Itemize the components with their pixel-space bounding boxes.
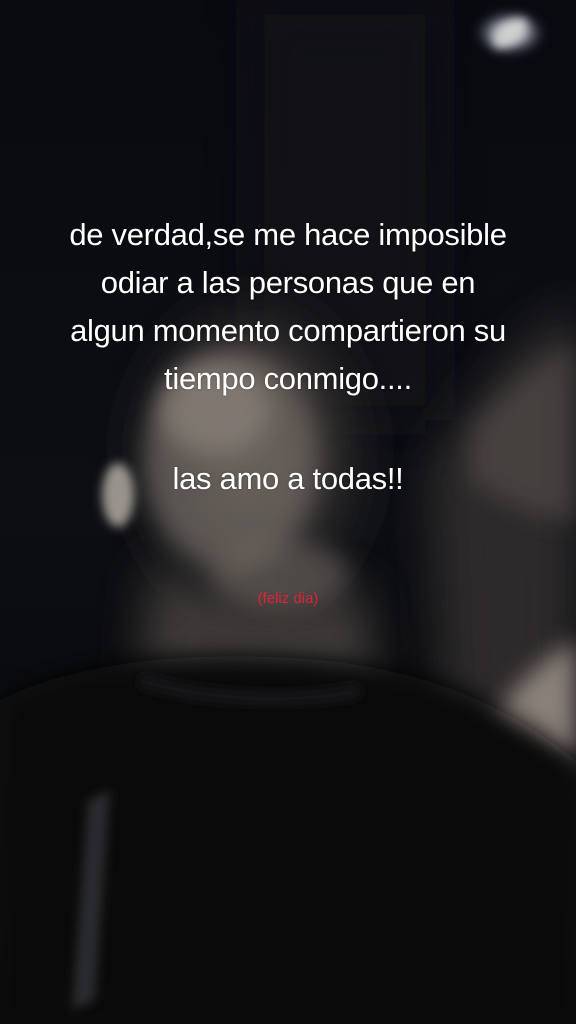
caption-line-3: algun momento compartieron su (70, 313, 506, 348)
caption-line-4: tiempo conmigo.... (164, 361, 412, 396)
caption-line-2: odiar a las personas que en (100, 265, 476, 300)
caption-love-line: las amo a todas!! (172, 461, 404, 496)
caption-line-1: de verdad,se me hace imposible (69, 217, 507, 252)
caption-small-note: (feliz dia) (257, 590, 319, 607)
photo-frame: de verdad,se me hace imposible odiar a l… (0, 0, 576, 1024)
blurred-night-portrait (0, 0, 576, 1024)
